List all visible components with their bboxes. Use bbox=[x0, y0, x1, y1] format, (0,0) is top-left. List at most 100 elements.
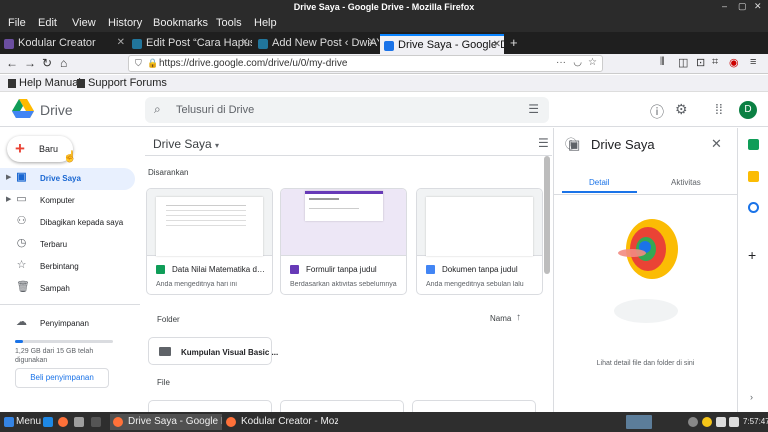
bookmark-help-manual[interactable]: Help Manual bbox=[19, 77, 81, 89]
library-icon[interactable]: ⫴ bbox=[660, 56, 665, 69]
workspace-switcher-icon[interactable] bbox=[626, 415, 652, 429]
tab-close-icon[interactable]: ✕ bbox=[117, 37, 125, 48]
nav-recent[interactable]: ◷ Terbaru bbox=[0, 234, 135, 256]
drive-logo-icon[interactable] bbox=[12, 99, 34, 119]
tab-close-icon[interactable]: ✕ bbox=[241, 37, 249, 48]
sort-by-name[interactable]: Nama bbox=[490, 314, 511, 323]
network-tray-icon[interactable] bbox=[729, 417, 739, 427]
suggested-card[interactable]: Dokumen tanpa judul Anda mengeditnya seb… bbox=[416, 188, 543, 295]
main-scrollbar[interactable] bbox=[544, 156, 550, 274]
search-box[interactable]: ⌕ Telusuri di Drive ☰ bbox=[145, 97, 549, 123]
expand-caret-icon[interactable]: ▶ bbox=[6, 195, 11, 203]
breadcrumb-label[interactable]: Drive Saya bbox=[153, 137, 212, 151]
minimize-button[interactable]: – bbox=[722, 1, 727, 11]
preview-line bbox=[166, 205, 246, 206]
file-item[interactable] bbox=[280, 400, 404, 412]
tab-drive[interactable]: Drive Saya - Google Dri ✕ bbox=[380, 34, 504, 54]
new-tab-button[interactable]: + bbox=[510, 35, 518, 50]
pocket-icon[interactable]: ◡ bbox=[573, 57, 582, 68]
back-icon[interactable]: ← bbox=[6, 56, 18, 70]
taskbar-task-kodular[interactable]: Kodular Creator - Mozil... bbox=[223, 414, 338, 430]
nav-storage[interactable]: ☁ Penyimpanan bbox=[0, 313, 135, 335]
addon-badge-icon[interactable]: ◉ bbox=[729, 56, 739, 69]
chevron-right-icon[interactable]: › bbox=[750, 392, 753, 402]
wordpress-favicon-icon bbox=[258, 39, 268, 49]
nav-computers[interactable]: ▶ ▭ Komputer bbox=[0, 190, 135, 212]
divider bbox=[554, 194, 737, 195]
apps-grid-icon[interactable]: ⁞⁞ bbox=[715, 101, 723, 117]
buy-storage-button[interactable]: Beli penyimpanan bbox=[15, 368, 109, 388]
bookmark-support-forums[interactable]: Support Forums bbox=[88, 77, 167, 89]
menu-help[interactable]: Help bbox=[254, 17, 277, 29]
page-actions-icon[interactable]: ··· bbox=[556, 57, 566, 68]
keep-icon[interactable] bbox=[748, 171, 759, 182]
bookmark-star-icon[interactable]: ☆ bbox=[588, 57, 597, 68]
add-addon-icon[interactable]: + bbox=[748, 247, 756, 263]
settings-tray-icon[interactable] bbox=[688, 417, 698, 427]
extension-icon[interactable]: ⌗ bbox=[712, 56, 718, 69]
file-item[interactable] bbox=[148, 400, 272, 412]
chevron-down-icon[interactable]: ▾ bbox=[215, 141, 219, 150]
tab-close-icon[interactable]: ✕ bbox=[493, 39, 501, 50]
start-menu-button[interactable]: Menu bbox=[16, 416, 41, 427]
tab-edit-post[interactable]: Edit Post “Cara Hapus ✕ bbox=[128, 34, 252, 54]
menu-tools[interactable]: Tools bbox=[216, 17, 242, 29]
menu-bookmarks[interactable]: Bookmarks bbox=[153, 17, 208, 29]
update-tray-icon[interactable] bbox=[702, 417, 712, 427]
nav-starred[interactable]: ☆ Berbintang bbox=[0, 256, 135, 278]
expand-caret-icon[interactable]: ▶ bbox=[6, 173, 11, 181]
volume-tray-icon[interactable] bbox=[716, 417, 726, 427]
taskbar-task-drive[interactable]: Drive Saya - Google Dri... bbox=[110, 414, 222, 430]
menu-edit[interactable]: Edit bbox=[38, 17, 57, 29]
menu-icon[interactable] bbox=[4, 417, 14, 427]
search-input[interactable]: Telusuri di Drive bbox=[176, 104, 254, 116]
shield-icon[interactable]: ⛉ bbox=[135, 58, 142, 69]
tab-add-new-post[interactable]: Add New Post ‹ DwiAY ✕ bbox=[254, 34, 379, 54]
menu-file[interactable]: File bbox=[8, 17, 26, 29]
menu-view[interactable]: View bbox=[72, 17, 96, 29]
firefox-icon bbox=[113, 417, 123, 427]
suggested-card[interactable]: Data Nilai Matematika dari... Anda menge… bbox=[146, 188, 273, 295]
folder-item[interactable]: Kumpulan Visual Basic ... bbox=[148, 337, 278, 365]
sort-arrow-up-icon[interactable]: ↑ bbox=[516, 312, 521, 323]
drive-brand[interactable]: Drive bbox=[40, 102, 73, 118]
nav-shared[interactable]: ⚇ Dibagikan kepada saya bbox=[0, 212, 135, 234]
close-window-button[interactable]: ✕ bbox=[754, 1, 762, 12]
tab-detail[interactable]: Detail bbox=[589, 178, 609, 187]
tasks-icon[interactable] bbox=[748, 202, 759, 213]
drive-main: Drive Saya ▾ ☰ ⓘ Disarankan Data Nilai M… bbox=[145, 128, 577, 412]
screenshot-icon[interactable]: ⊡ bbox=[696, 56, 705, 69]
lock-icon[interactable]: 🔒 bbox=[147, 58, 158, 69]
url-text[interactable]: https://drive.google.com/drive/u/0/my-dr… bbox=[159, 58, 347, 69]
suggested-card[interactable]: Formulir tanpa judul Berdasarkan aktivit… bbox=[280, 188, 407, 295]
tab-close-icon[interactable]: ✕ bbox=[368, 37, 376, 48]
firefox-icon[interactable] bbox=[58, 417, 68, 427]
sidebar-toggle-icon[interactable]: ◫ bbox=[678, 56, 688, 69]
files-icon[interactable] bbox=[74, 417, 84, 427]
settings-gear-icon[interactable]: ⚙ bbox=[675, 101, 688, 118]
nav-label: Berbintang bbox=[40, 262, 79, 271]
file-item[interactable] bbox=[412, 400, 536, 412]
tab-activity[interactable]: Aktivitas bbox=[671, 178, 701, 187]
nav-trash[interactable]: 🗑 Sampah bbox=[0, 278, 135, 300]
calendar-icon[interactable] bbox=[748, 139, 759, 150]
tab-label: Edit Post “Cara Hapus bbox=[146, 37, 252, 49]
forward-icon[interactable]: → bbox=[24, 56, 36, 70]
menu-history[interactable]: History bbox=[108, 17, 142, 29]
list-view-icon[interactable]: ☰ bbox=[538, 136, 549, 150]
search-options-icon[interactable]: ☰ bbox=[528, 102, 539, 116]
close-icon[interactable]: ✕ bbox=[711, 136, 722, 152]
desktop-icon[interactable] bbox=[43, 417, 53, 427]
maximize-button[interactable]: ▢ bbox=[738, 1, 747, 12]
nav-my-drive[interactable]: ▶ ▣ Drive Saya bbox=[0, 168, 135, 190]
url-bar[interactable]: ⛉ 🔒 https://drive.google.com/drive/u/0/m… bbox=[128, 55, 603, 72]
home-icon[interactable]: ⌂ bbox=[60, 56, 67, 70]
help-icon[interactable]: ⓘ bbox=[650, 102, 664, 122]
app-menu-icon[interactable]: ≡ bbox=[750, 56, 756, 68]
search-icon[interactable]: ⌕ bbox=[154, 102, 161, 117]
reload-icon[interactable]: ↻ bbox=[42, 56, 52, 70]
breadcrumb[interactable]: Drive Saya ▾ bbox=[153, 137, 219, 151]
account-avatar[interactable]: D bbox=[739, 101, 757, 119]
tab-kodular[interactable]: Kodular Creator ✕ bbox=[0, 34, 128, 54]
terminal-icon[interactable] bbox=[91, 417, 101, 427]
